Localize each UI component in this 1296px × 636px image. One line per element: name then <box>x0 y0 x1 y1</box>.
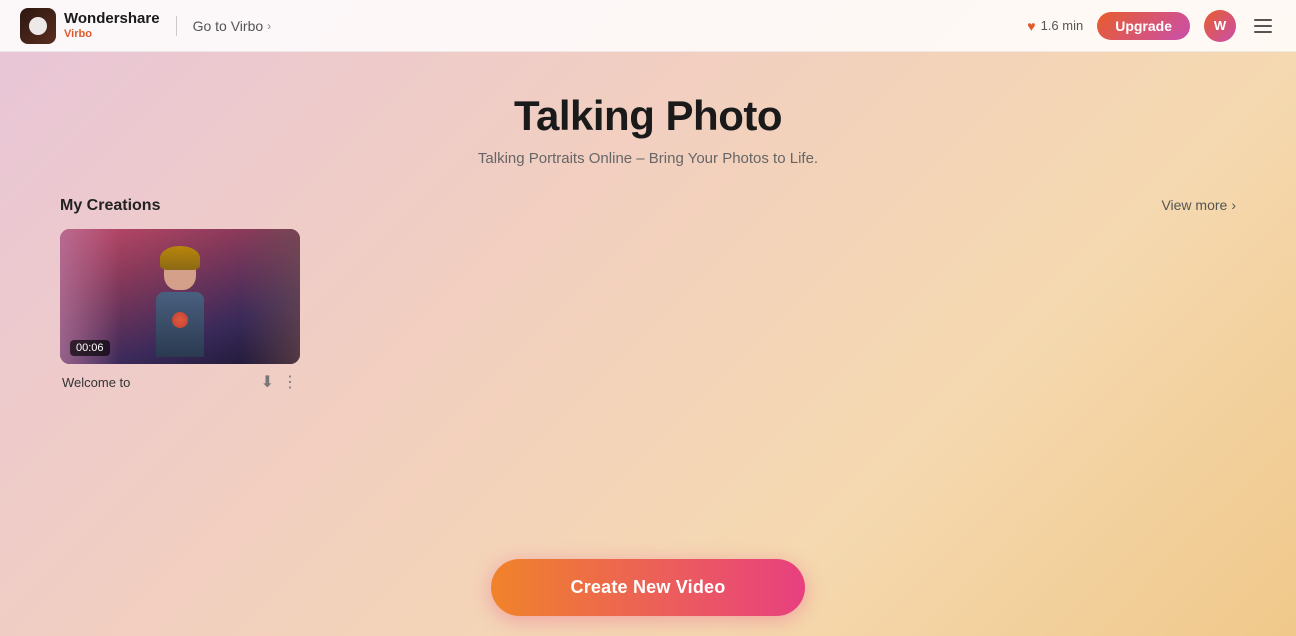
brand-name: Wondershare <box>64 11 160 28</box>
thumbnail-figure <box>145 254 215 364</box>
main-content: Talking Photo Talking Portraits Online –… <box>0 52 1296 392</box>
download-icon[interactable]: ⬇ <box>261 372 274 392</box>
section-header: My Creations View more › <box>60 197 1236 215</box>
card-name: Welcome to <box>62 375 130 390</box>
menu-line-2 <box>1254 25 1272 27</box>
logo-icon <box>20 8 56 44</box>
logo-text-block: Wondershare Virbo <box>64 11 160 40</box>
chevron-right-icon: › <box>267 19 271 33</box>
logo-area: Wondershare Virbo <box>20 8 160 44</box>
go-to-virbo-link[interactable]: Go to Virbo › <box>193 18 272 34</box>
figure-head <box>164 254 196 290</box>
avatar[interactable]: W <box>1204 10 1236 42</box>
more-options-icon[interactable]: ⋮ <box>282 372 298 392</box>
minutes-value: 1.6 min <box>1041 18 1084 33</box>
go-to-virbo-label: Go to Virbo <box>193 18 264 34</box>
upgrade-button[interactable]: Upgrade <box>1097 12 1190 40</box>
view-more-label: View more <box>1161 197 1227 213</box>
minutes-badge: ♥ 1.6 min <box>1027 18 1083 34</box>
create-new-video-button[interactable]: Create New Video <box>491 559 806 616</box>
page-header: Talking Photo Talking Portraits Online –… <box>60 92 1236 167</box>
card-thumbnail[interactable]: 00:06 <box>60 229 300 364</box>
navbar-left: Wondershare Virbo Go to Virbo › <box>20 8 271 44</box>
card-actions: ⬇ ⋮ <box>261 372 298 392</box>
product-name: Virbo <box>64 28 160 40</box>
hamburger-menu-button[interactable] <box>1250 15 1276 37</box>
figure-body <box>156 292 204 357</box>
menu-line-1 <box>1254 19 1272 21</box>
section-title: My Creations <box>60 197 160 215</box>
view-more-link[interactable]: View more › <box>1161 197 1236 213</box>
thumbnail-overlay-right <box>240 229 300 364</box>
card-footer: Welcome to ⬇ ⋮ <box>60 372 300 392</box>
duration-badge: 00:06 <box>70 340 110 356</box>
creation-card: 00:06 Welcome to ⬇ ⋮ <box>60 229 300 392</box>
creations-section: My Creations View more › 00:06 <box>60 197 1236 392</box>
heart-icon: ♥ <box>1027 18 1035 34</box>
page-subtitle: Talking Portraits Online – Bring Your Ph… <box>60 150 1236 167</box>
create-btn-container: Create New Video <box>0 559 1296 636</box>
navbar-right: ♥ 1.6 min Upgrade W <box>1027 10 1276 42</box>
view-more-chevron-icon: › <box>1231 197 1236 213</box>
navbar: Wondershare Virbo Go to Virbo › ♥ 1.6 mi… <box>0 0 1296 52</box>
page-title: Talking Photo <box>60 92 1236 140</box>
menu-line-3 <box>1254 31 1272 33</box>
navbar-divider <box>176 16 177 36</box>
